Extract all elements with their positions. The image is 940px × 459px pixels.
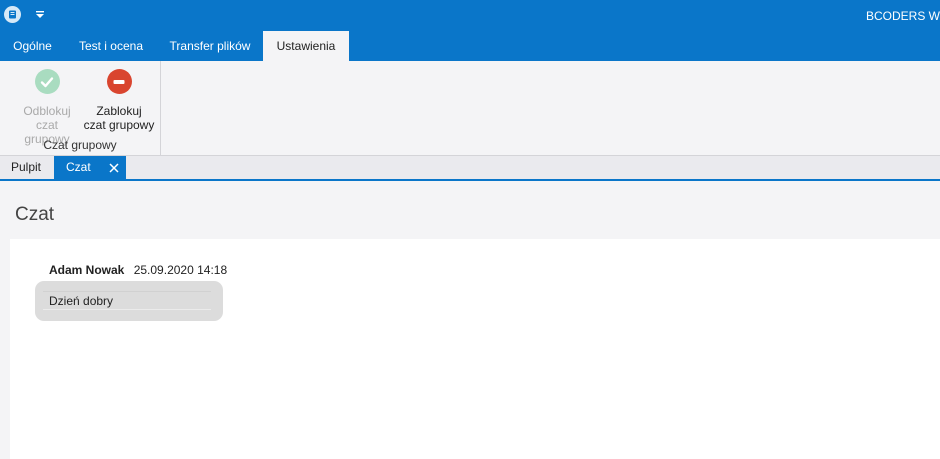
close-icon[interactable] (108, 156, 120, 179)
message-text: Dzień dobry (43, 291, 211, 310)
message-timestamp: 25.09.2020 14:18 (133, 263, 228, 277)
doc-tab-pulpit-label: Pulpit (11, 160, 42, 174)
ribbon-group-label: Czat grupowy (43, 138, 117, 152)
block-button-label-line1: Zablokuj (96, 104, 142, 118)
doc-tab-czat-label: Czat (66, 160, 91, 174)
block-circle-icon (106, 69, 132, 94)
ribbon-group-czat-grupowy: Odblokuj czat grupowy Zablokuj czat grup… (0, 61, 161, 155)
tab-ustawienia[interactable]: Ustawienia (263, 31, 349, 61)
window-title: BCODERS W (865, 9, 940, 23)
message-bubble: Dzień dobry (35, 281, 223, 321)
unlock-button-label-line1: Odblokuj (23, 104, 71, 118)
tab-transfer-plikow[interactable]: Transfer plików (157, 31, 263, 61)
app-logo-icon[interactable] (4, 6, 21, 23)
title-bar: BCODERS W (0, 0, 940, 31)
tab-ogolne[interactable]: Ogólne (0, 31, 65, 61)
message-header: Adam Nowak 25.09.2020 14:18 (49, 263, 227, 277)
block-group-chat-button[interactable]: Zablokuj czat grupowy (80, 69, 158, 132)
ribbon-tab-bar: Ogólne Test i ocena Transfer plików Usta… (0, 31, 940, 61)
dropdown-arrow-icon[interactable] (34, 9, 46, 21)
document-tab-bar: Pulpit Czat (0, 156, 940, 181)
check-circle-icon (34, 69, 60, 94)
doc-tab-pulpit[interactable]: Pulpit (0, 156, 54, 179)
chat-messages-panel[interactable]: Adam Nowak 25.09.2020 14:18 Dzień dobry (10, 239, 940, 459)
tab-test-i-ocena[interactable]: Test i ocena (65, 31, 157, 61)
doc-tab-czat[interactable]: Czat (54, 156, 126, 179)
ribbon-panel: Odblokuj czat grupowy Zablokuj czat grup… (0, 61, 940, 156)
page-title: Czat (15, 204, 55, 225)
unlock-group-chat-button[interactable]: Odblokuj czat grupowy (14, 69, 80, 146)
block-button-label-line2: czat grupowy (83, 118, 155, 132)
message-author: Adam Nowak (49, 263, 125, 277)
